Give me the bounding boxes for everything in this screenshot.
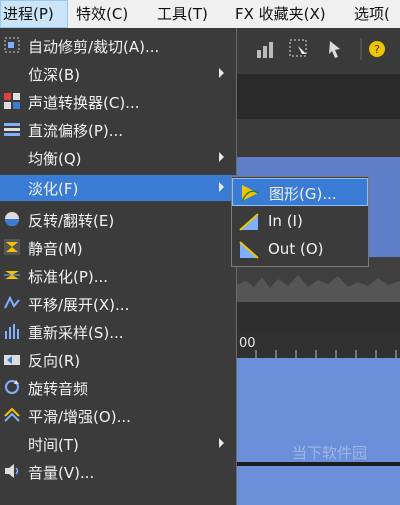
submenu-arrow-icon: [219, 68, 224, 78]
fade-in-icon: [238, 212, 260, 232]
menu-fx-favorites[interactable]: FX 收藏夹(X): [235, 0, 345, 28]
menu-item-label: 反向(R): [28, 352, 81, 370]
mute-icon: [3, 238, 21, 256]
timeline-ruler[interactable]: [236, 330, 400, 358]
graph-fade-icon: [239, 183, 261, 203]
watermark: 当下软件园: [292, 444, 368, 462]
menu-item-label: 自动修剪/裁切(A)...: [28, 38, 160, 56]
menu-item-auto-trim[interactable]: 自动修剪/裁切(A)...: [0, 33, 236, 59]
menu-item-label: 反转/翻转(E): [28, 212, 115, 230]
invert-icon: [3, 210, 21, 228]
submenu-item-label: In (I): [268, 212, 303, 230]
pan-expand-icon: [3, 294, 21, 312]
submenu-item-fade-in[interactable]: In (I): [232, 208, 368, 236]
track-header: [236, 74, 400, 119]
submenu-item-fade-out[interactable]: Out (O): [232, 236, 368, 264]
menu-item-label: 均衡(Q): [28, 150, 82, 168]
menu-item-label: 重新采样(S)...: [28, 324, 124, 342]
fade-submenu: 图形(G)... In (I) Out (O): [231, 176, 369, 267]
menu-item-label: 淡化(F): [28, 180, 79, 198]
menu-item-channel-converter[interactable]: 声道转换器(C)...: [0, 89, 236, 115]
menu-item-label: 时间(T): [28, 436, 79, 454]
menu-item-pan-expand[interactable]: 平移/展开(X)...: [0, 291, 236, 317]
ruler-label: 00: [239, 336, 256, 351]
menu-item-label: 音量(V)...: [28, 464, 95, 482]
submenu-item-label: Out (O): [268, 240, 324, 258]
svg-text:?: ?: [374, 43, 380, 56]
menu-item-mute[interactable]: 静音(M): [0, 235, 236, 261]
submenu-arrow-icon: [219, 182, 224, 192]
dc-offset-icon: [3, 120, 21, 138]
menu-item-label: 声道转换器(C)...: [28, 94, 140, 112]
channel-converter-icon: [3, 92, 21, 110]
menu-item-dc-offset[interactable]: 直流偏移(P)...: [0, 117, 236, 143]
menu-item-label: 旋转音频: [28, 380, 89, 398]
menu-options[interactable]: 选项(: [354, 0, 400, 28]
menu-item-label: 平滑/增强(O)...: [28, 408, 131, 426]
reverse-icon: [3, 350, 21, 368]
menu-item-time[interactable]: 时间(T): [0, 431, 236, 457]
help-icon[interactable]: ?: [360, 38, 396, 60]
menu-item-smooth-enhance[interactable]: 平滑/增强(O)...: [0, 403, 236, 429]
menu-item-resample[interactable]: 重新采样(S)...: [0, 319, 236, 345]
menu-item-label: 平移/展开(X)...: [28, 296, 130, 314]
menu-item-rotate-audio[interactable]: 旋转音频: [0, 375, 236, 401]
submenu-arrow-icon: [219, 438, 224, 448]
fade-out-icon: [238, 240, 260, 260]
menu-item-invert[interactable]: 反转/翻转(E): [0, 207, 236, 233]
submenu-item-graph[interactable]: 图形(G)...: [232, 178, 368, 206]
menu-item-fade[interactable]: 淡化(F): [0, 175, 236, 201]
submenu-item-label: 图形(G)...: [269, 185, 337, 203]
selection-icon[interactable]: [288, 38, 310, 60]
volume-icon: [3, 462, 21, 480]
menu-process[interactable]: 进程(P): [0, 0, 68, 28]
menu-item-reverse[interactable]: 反向(R): [0, 347, 236, 373]
normalize-icon: [3, 266, 21, 284]
pointer-icon[interactable]: [324, 38, 346, 60]
toolbar: ?: [236, 28, 400, 74]
track-strip: [236, 119, 400, 157]
menu-item-volume[interactable]: 音量(V)...: [0, 459, 236, 485]
menu-item-equalize[interactable]: 均衡(Q): [0, 145, 236, 171]
menubar: 进程(P) 特效(C) 工具(T) FX 收藏夹(X) 选项(: [0, 0, 400, 29]
resample-icon: [3, 322, 21, 340]
waveform-main[interactable]: [236, 358, 400, 505]
smooth-enhance-icon: [3, 406, 21, 424]
menu-item-normalize[interactable]: 标准化(P)...: [0, 263, 236, 289]
submenu-arrow-icon: [219, 152, 224, 162]
menu-tools[interactable]: 工具(T): [157, 0, 219, 28]
chart-icon[interactable]: [254, 38, 276, 60]
rotate-audio-icon: [3, 378, 21, 396]
process-menu: 自动修剪/裁切(A)... 位深(B) 声道转换器(C)... 直流偏移(P).…: [0, 28, 237, 505]
menu-effects[interactable]: 特效(C): [76, 0, 140, 28]
menu-item-label: 位深(B): [28, 66, 80, 84]
menu-item-label: 直流偏移(P)...: [28, 122, 124, 140]
auto-trim-icon: [3, 36, 21, 54]
menu-item-label: 标准化(P)...: [28, 268, 109, 286]
menu-item-bit-depth[interactable]: 位深(B): [0, 61, 236, 87]
menu-item-label: 静音(M): [28, 240, 83, 258]
